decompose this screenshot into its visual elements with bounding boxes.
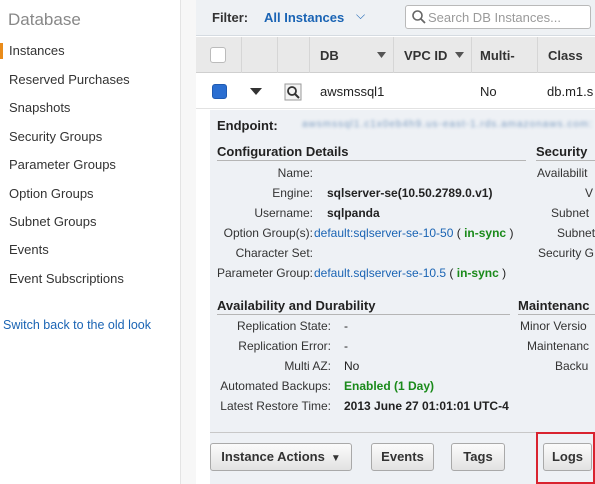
sidebar-item-instances[interactable]: Instances: [0, 43, 65, 59]
multi-az-label: Multi AZ:: [284, 359, 331, 373]
column-class-label: Class: [548, 48, 583, 63]
sidebar-item-security-groups[interactable]: Security Groups: [9, 129, 102, 144]
column-db[interactable]: DB: [310, 37, 394, 73]
sidebar-item-subnet-groups[interactable]: Subnet Groups: [9, 214, 96, 229]
row-checkbox[interactable]: [212, 84, 227, 99]
filter-dropdown[interactable]: All Instances: [264, 10, 344, 25]
minor-version-label: Minor Versio: [520, 319, 587, 333]
sidebar-item-reserved-purchases[interactable]: Reserved Purchases: [9, 72, 130, 87]
automated-backups-label: Automated Backups:: [220, 379, 331, 393]
instance-actions-button[interactable]: Instance Actions ▼: [210, 443, 352, 471]
security-availability-label: Availabilit: [537, 166, 588, 180]
configuration-details-title: Configuration Details: [217, 144, 349, 159]
select-all-checkbox[interactable]: [210, 47, 226, 63]
search-icon: [412, 10, 426, 24]
events-button[interactable]: Events: [371, 443, 434, 471]
sidebar-item-snapshots[interactable]: Snapshots: [9, 100, 70, 115]
search-input[interactable]: [428, 8, 588, 26]
filter-bar: Filter: All Instances ⌵: [196, 0, 595, 36]
availability-durability-title: Availability and Durability: [217, 298, 376, 313]
expand-column: [242, 37, 278, 73]
search-box[interactable]: [405, 5, 591, 29]
param-group-sync-status: in-sync: [456, 266, 499, 280]
config-option-groups-value: default:sqlserver-se-10-50 ( in-sync ): [314, 226, 513, 240]
option-group-sync-status: in-sync: [464, 226, 507, 240]
sidebar-item-events[interactable]: Events: [9, 242, 49, 257]
latest-restore-label: Latest Restore Time:: [220, 399, 331, 413]
maintenance-title: Maintenanc: [518, 298, 590, 313]
option-group-open-paren: (: [456, 226, 461, 240]
sort-icon[interactable]: [455, 50, 464, 59]
security-vpc-label: V: [585, 186, 594, 200]
view-column: [278, 37, 310, 73]
magnifier-details-icon[interactable]: [284, 83, 302, 101]
maintenance-window-label: Maintenanc: [527, 339, 590, 353]
main-panel: Filter: All Instances ⌵ DB VPC ID Multi-: [196, 0, 595, 484]
security-title: Security: [536, 144, 588, 159]
replication-state-value: -: [344, 319, 348, 333]
option-group-close-paren: ): [509, 226, 514, 240]
security-groups-label: Security G: [538, 246, 595, 260]
sidebar-collapse-gutter[interactable]: [180, 0, 196, 484]
latest-restore-value: 2013 June 27 01:01:01 UTC-4: [344, 399, 509, 413]
divider: [536, 160, 595, 161]
logs-highlight-box: [536, 432, 595, 484]
security-subnets-label: Subnets: [557, 226, 595, 240]
security-subnet-label: Subnet: [551, 206, 590, 220]
switch-old-look-link[interactable]: Switch back to the old look: [3, 318, 151, 332]
multi-az-value: No: [344, 359, 360, 373]
tags-button[interactable]: Tags: [451, 443, 505, 471]
instance-detail-panel: Endpoint: awsmssql1.c1x0eb4h9.us-east-1.…: [210, 110, 595, 484]
automated-backups-value: Enabled (1 Day): [344, 379, 435, 393]
column-vpc-id-label: VPC ID: [404, 48, 448, 63]
replication-state-label: Replication State:: [236, 319, 331, 333]
column-db-label: DB: [320, 48, 339, 63]
row-multi-az: No: [480, 84, 497, 99]
divider: [518, 314, 595, 315]
column-vpc-id[interactable]: VPC ID: [394, 37, 472, 73]
sidebar-item-event-subscriptions[interactable]: Event Subscriptions: [9, 271, 124, 286]
config-charset-label: Character Set:: [235, 246, 313, 260]
row-db-name: awsmssql1: [320, 84, 385, 99]
config-param-group-value: default.sqlserver-se-10.5 ( in-sync ): [314, 266, 506, 280]
divider: [217, 314, 510, 315]
column-multi-az[interactable]: Multi-: [472, 37, 538, 73]
sidebar-heading: Database: [8, 10, 81, 29]
config-engine-value: sqlserver-se(10.50.2789.0.v1): [327, 186, 493, 200]
row-class: db.m1.s: [547, 84, 594, 99]
select-all-column: [196, 37, 242, 73]
replication-error-label: Replication Error:: [238, 339, 331, 353]
chevron-down-icon[interactable]: ⌵: [356, 8, 365, 23]
config-username-label: Username:: [254, 206, 313, 220]
column-class[interactable]: Class: [538, 37, 595, 73]
filter-label: Filter:: [212, 10, 249, 25]
chevron-down-icon: ▼: [330, 453, 341, 464]
param-group-open-paren: (: [449, 266, 454, 280]
config-username-value: sqlpanda: [327, 206, 380, 220]
config-engine-label: Engine:: [272, 186, 313, 200]
endpoint-label: Endpoint:: [217, 118, 278, 133]
endpoint-value-redacted: awsmssql1.c1x0eb4h9.us-east-1.rds.amazon…: [302, 119, 592, 130]
divider: [217, 160, 526, 161]
config-name-label: Name:: [277, 166, 313, 180]
config-option-groups-label: Option Group(s):: [223, 226, 313, 240]
sort-icon[interactable]: [377, 50, 386, 59]
replication-error-value: -: [344, 339, 348, 353]
sidebar: Database Instances Reserved Purchases Sn…: [0, 0, 196, 484]
sidebar-item-option-groups[interactable]: Option Groups: [9, 186, 94, 201]
sidebar-item-parameter-groups[interactable]: Parameter Groups: [9, 157, 116, 172]
backup-window-label: Backu: [555, 359, 589, 373]
action-button-bar: Instance Actions ▼ Events Tags Logs: [210, 428, 595, 484]
param-group-link[interactable]: default.sqlserver-se-10.5: [314, 266, 446, 280]
collapse-triangle-icon[interactable]: [250, 88, 262, 95]
table-header: DB VPC ID Multi- Class: [196, 37, 595, 73]
param-group-close-paren: ): [502, 266, 507, 280]
instance-actions-label: Instance Actions: [221, 449, 325, 464]
config-param-group-label: Parameter Group:: [216, 266, 313, 280]
column-multi-az-label: Multi-: [480, 48, 515, 63]
option-group-link[interactable]: default:sqlserver-se-10-50: [314, 226, 453, 240]
table-row[interactable]: awsmssql1 No db.m1.s: [196, 74, 595, 109]
